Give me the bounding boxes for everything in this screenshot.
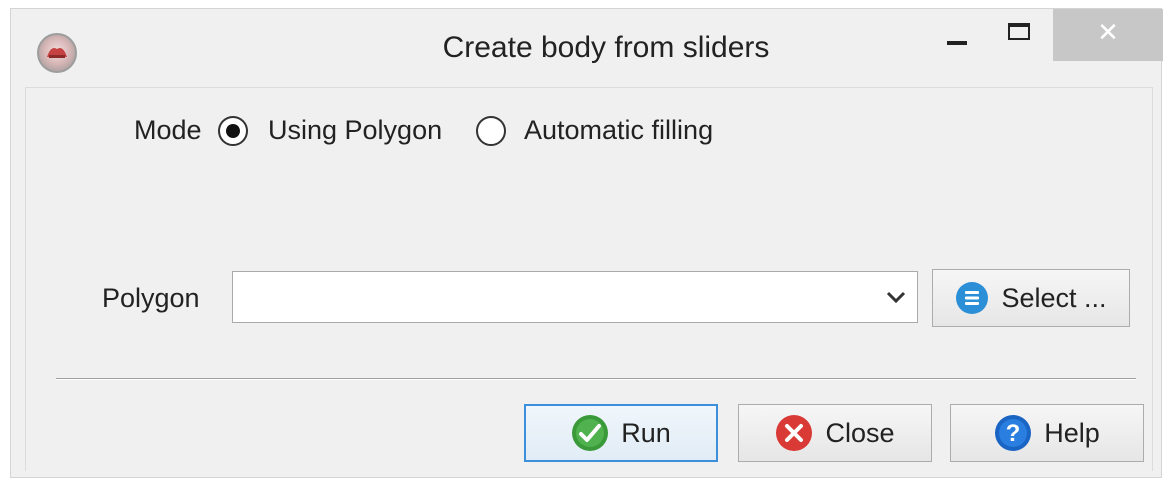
polygon-combobox[interactable] (232, 271, 918, 323)
help-button[interactable]: ? Help (950, 404, 1144, 462)
mode-label: Mode (134, 115, 202, 145)
using-polygon-label[interactable]: Using Polygon (268, 115, 442, 146)
dialog-window: Create body from sliders ✕ Mode Using Po… (10, 8, 1163, 478)
minimize-icon (947, 41, 967, 45)
select-button-label: Select ... (1001, 282, 1107, 313)
help-icon: ? (995, 415, 1032, 451)
radio-using-polygon[interactable] (218, 116, 248, 146)
title-bar[interactable]: Create body from sliders ✕ (11, 9, 1163, 87)
minimize-button[interactable] (929, 9, 985, 61)
run-button[interactable]: Run (524, 404, 718, 462)
polygon-label: Polygon (102, 283, 200, 313)
maximize-button[interactable] (991, 9, 1047, 61)
close-button[interactable]: Close (738, 404, 932, 462)
run-button-label: Run (621, 417, 671, 448)
dialog-content: Mode Using Polygon Automatic filling Pol… (25, 87, 1153, 471)
automatic-filling-label[interactable]: Automatic filling (524, 115, 713, 146)
chevron-down-icon[interactable] (885, 286, 907, 308)
close-button-label: Close (825, 417, 895, 448)
close-icon: ✕ (1097, 16, 1119, 47)
maximize-icon (1008, 22, 1030, 40)
separator (56, 378, 1136, 380)
list-icon (956, 282, 989, 314)
help-icon-glyph: ? (1006, 420, 1021, 447)
radio-automatic-filling[interactable] (476, 116, 506, 146)
cancel-icon (776, 415, 813, 451)
close-window-button[interactable]: ✕ (1053, 9, 1163, 61)
help-button-label: Help (1044, 417, 1100, 448)
select-button[interactable]: Select ... (932, 269, 1130, 327)
checkmark-icon (572, 415, 609, 451)
